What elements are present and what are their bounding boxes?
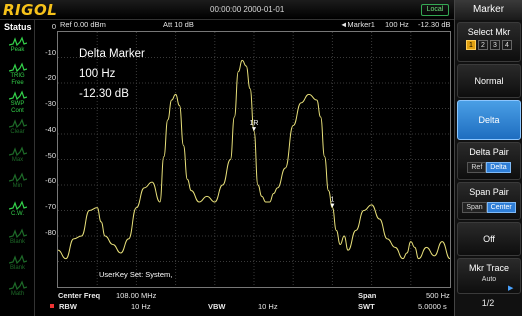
off-button[interactable]: Off (457, 222, 521, 256)
spectrum-graph: 1R 1 (57, 32, 451, 287)
marker-readout-freq: 100 Hz (385, 20, 409, 29)
marker-label: 1R (250, 120, 259, 127)
brand-logo: RIGOL (3, 1, 58, 19)
peak-icon: Peak (4, 36, 31, 62)
status-label: SWP Cont (10, 101, 25, 114)
marker-pointer (252, 127, 256, 132)
attenuation[interactable]: Att 10 dB (163, 20, 194, 31)
status-label: C.W. (11, 211, 24, 217)
trace-blank-icon: Blank (4, 228, 31, 254)
y-tick-label: -10 (45, 47, 56, 57)
y-tick-label: -60 (45, 176, 56, 186)
mkr-trace-label: Mkr Trace (468, 263, 509, 273)
status-label: Peak (10, 47, 25, 53)
center-freq-value[interactable]: 108.00 MHz (116, 291, 156, 300)
local-button[interactable]: Local (421, 4, 449, 16)
status-label: Clear (10, 129, 25, 135)
vbw-label: VBW (208, 302, 226, 311)
marker-number-2[interactable]: 2 (478, 40, 488, 50)
rbw-label: RBW (59, 302, 77, 311)
y-tick-label: -40 (45, 124, 56, 134)
span-pair-center[interactable]: Center (486, 202, 516, 213)
softkey-menu: Marker Select Mkr 1234 Normal Delta Delt… (454, 0, 522, 316)
y-tick-label: -80 (45, 227, 56, 237)
trace-math-icon: Math (4, 280, 31, 306)
vbw-value[interactable]: 10 Hz (258, 302, 278, 311)
userkey-status: UserKey Set: System, (99, 270, 173, 279)
delta-pair-ref[interactable]: Ref (467, 162, 487, 173)
marker-readout-level: -12.30 dB (418, 20, 451, 29)
normal-button[interactable]: Normal (457, 64, 521, 98)
status-label: Blank (9, 239, 25, 245)
status-label: Math (10, 291, 25, 297)
datetime-display: 00:00:00 2000-01-01 (210, 5, 285, 14)
rbw-value[interactable]: 10 Hz (131, 302, 151, 311)
span-pair-span[interactable]: Span (462, 202, 487, 213)
spectrum-plot[interactable]: 1R 1 (57, 31, 451, 288)
sweep-cont-icon: SWP Cont (4, 90, 31, 116)
span-value[interactable]: 500 Hz (426, 291, 450, 300)
normal-label: Normal (474, 76, 504, 86)
y-tick-label: -50 (45, 150, 56, 160)
status-label: Min (12, 183, 23, 189)
delta-marker-title: Delta Marker (79, 48, 145, 60)
delta-marker-level: -12.30 dB (79, 88, 129, 100)
status-label: TRIG Free (10, 73, 25, 86)
ref-level[interactable]: Ref 0.00 dBm (60, 20, 106, 31)
marker-label: 1 (330, 197, 334, 204)
marker-readout-name: ◄Marker1 (340, 20, 375, 29)
marker-number-selector[interactable]: 1234 (458, 40, 520, 50)
span-pair-label: Span Pair (469, 187, 509, 197)
delta-pair-toggle[interactable]: Ref Delta (458, 162, 520, 173)
y-tick-label: -70 (45, 201, 56, 211)
span-pair-toggle[interactable]: Span Center (458, 202, 520, 213)
delta-label: Delta (478, 115, 500, 125)
trace-clearwrite-icon: C.W. (4, 200, 31, 226)
trigger-free-icon: TRIG Free (4, 62, 31, 88)
select-marker-button[interactable]: Select Mkr 1234 (457, 22, 521, 62)
delta-pair-label: Delta Pair (469, 147, 509, 157)
marker-pointer (330, 203, 335, 208)
bottom-info-bar: Center Freq 108.00 MHz RBW 10 Hz VBW 10 … (36, 290, 454, 316)
delta-pair-delta[interactable]: Delta (486, 162, 511, 173)
status-label: Max (11, 157, 24, 163)
menu-title: Marker (455, 0, 522, 20)
select-marker-label: Select Mkr (467, 27, 511, 37)
menu-page-indicator[interactable]: 1/2 (454, 298, 522, 308)
status-label: Blank (9, 265, 25, 271)
title-bar: RIGOL 00:00:00 2000-01-01 Local (0, 0, 454, 20)
mkr-trace-value: Auto (481, 276, 497, 283)
span-pair-button[interactable]: Span Pair Span Center (457, 182, 521, 220)
delta-marker-freq: 100 Hz (79, 68, 116, 80)
rbw-indicator-dot (50, 304, 54, 308)
swt-value[interactable]: 5.0000 s (418, 302, 447, 311)
submenu-arrow-icon: ▶ (508, 285, 514, 292)
y-tick-label: -30 (45, 99, 56, 109)
delta-button[interactable]: Delta (457, 100, 521, 140)
off-label: Off (483, 234, 495, 244)
y-tick-label: 0 (51, 22, 56, 31)
status-title: Status (4, 22, 32, 32)
trace-clear-icon: Clear (4, 118, 31, 144)
center-freq-label: Center Freq (58, 291, 101, 300)
trace-min-icon: Min (4, 172, 31, 198)
marker-number-3[interactable]: 3 (490, 40, 500, 50)
y-tick-label: -20 (45, 73, 56, 83)
delta-pair-button[interactable]: Delta Pair Ref Delta (457, 142, 521, 180)
swt-label: SWT (358, 302, 375, 311)
marker-number-4[interactable]: 4 (502, 40, 512, 50)
trace-max-icon: Max (4, 146, 31, 172)
span-label: Span (358, 291, 377, 300)
marker-number-1[interactable]: 1 (466, 40, 476, 50)
trace-blank2-icon: Blank (4, 254, 31, 280)
